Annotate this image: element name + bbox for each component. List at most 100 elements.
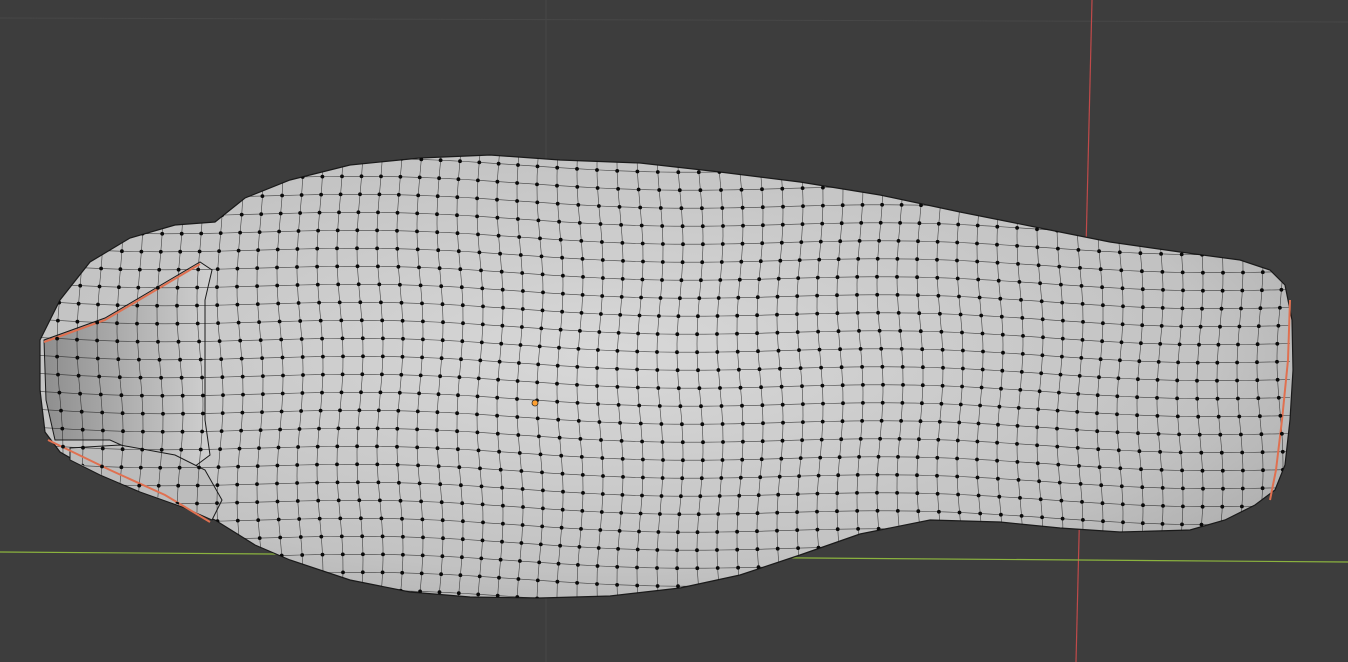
mesh-vertex[interactable] (1020, 532, 1025, 536)
mesh-vertex[interactable] (418, 373, 423, 378)
mesh-vertex[interactable] (575, 167, 579, 171)
mesh-vertex[interactable] (379, 174, 383, 179)
mesh-vertex[interactable] (1215, 576, 1219, 581)
mesh-vertex[interactable] (155, 501, 160, 506)
mesh-vertex[interactable] (518, 253, 523, 257)
mesh-vertex[interactable] (836, 473, 841, 478)
mesh-vertex[interactable] (1016, 406, 1021, 410)
mesh-vertex[interactable] (417, 175, 422, 180)
viewport-canvas[interactable] (0, 0, 1348, 662)
mesh-vertex[interactable] (680, 440, 685, 445)
mesh-vertex[interactable] (879, 418, 884, 423)
mesh-vertex[interactable] (221, 177, 225, 182)
mesh-vertex[interactable] (558, 237, 563, 242)
mesh-vertex[interactable] (981, 152, 985, 156)
mesh-vertex[interactable] (335, 264, 340, 269)
mesh-vertex[interactable] (615, 151, 619, 155)
mesh-vertex[interactable] (495, 179, 500, 184)
mesh-vertex[interactable] (818, 239, 823, 244)
mesh-vertex[interactable] (1120, 538, 1125, 543)
mesh-vertex[interactable] (501, 521, 505, 526)
mesh-vertex[interactable] (501, 503, 505, 508)
mesh-vertex[interactable] (735, 349, 740, 354)
mesh-vertex[interactable] (899, 347, 904, 351)
mesh-vertex[interactable] (257, 230, 262, 235)
mesh-vertex[interactable] (638, 421, 643, 426)
mesh-vertex[interactable] (398, 498, 403, 503)
mesh-vertex[interactable] (815, 491, 820, 496)
mesh-vertex[interactable] (518, 559, 522, 563)
mesh-vertex[interactable] (178, 249, 183, 254)
mesh-vertex[interactable] (455, 213, 459, 218)
mesh-vertex[interactable] (476, 232, 480, 237)
mesh-vertex[interactable] (480, 322, 485, 327)
mesh-vertex[interactable] (657, 188, 662, 192)
mesh-vertex[interactable] (195, 519, 200, 524)
mesh-vertex[interactable] (541, 488, 545, 493)
mesh-vertex[interactable] (821, 600, 825, 604)
mesh-vertex[interactable] (35, 354, 39, 358)
mesh-vertex[interactable] (538, 236, 542, 241)
mesh-vertex[interactable] (616, 187, 620, 191)
mesh-vertex[interactable] (840, 167, 845, 172)
mesh-vertex[interactable] (1117, 160, 1121, 165)
mesh-vertex[interactable] (239, 212, 244, 217)
mesh-vertex[interactable] (236, 464, 241, 469)
mesh-vertex[interactable] (1116, 592, 1120, 597)
mesh-vertex[interactable] (1056, 192, 1060, 197)
mesh-vertex[interactable] (601, 474, 605, 478)
mesh-vertex[interactable] (421, 319, 425, 324)
mesh-vertex[interactable] (1038, 587, 1043, 592)
mesh-vertex[interactable] (915, 455, 920, 460)
mesh-vertex[interactable] (458, 573, 463, 578)
mesh-vertex[interactable] (236, 248, 241, 253)
mesh-vertex[interactable] (1101, 321, 1105, 326)
mesh-vertex[interactable] (1297, 305, 1301, 309)
mesh-vertex[interactable] (158, 573, 163, 578)
mesh-vertex[interactable] (835, 311, 840, 316)
mesh-vertex[interactable] (399, 156, 404, 161)
mesh-vertex[interactable] (858, 437, 863, 441)
mesh-vertex[interactable] (1278, 612, 1282, 616)
mesh-vertex[interactable] (956, 222, 961, 227)
mesh-vertex[interactable] (778, 366, 782, 371)
mesh-vertex[interactable] (978, 511, 983, 516)
mesh-vertex[interactable] (719, 260, 724, 264)
mesh-vertex[interactable] (161, 411, 165, 416)
mesh-vertex[interactable] (979, 529, 984, 534)
mesh-vertex[interactable] (216, 537, 221, 541)
mesh-vertex[interactable] (1095, 195, 1100, 200)
mesh-vertex[interactable] (1240, 504, 1244, 509)
mesh-vertex[interactable] (319, 534, 324, 539)
mesh-vertex[interactable] (937, 419, 942, 424)
mesh-vertex[interactable] (935, 473, 939, 478)
mesh-vertex[interactable] (499, 341, 504, 346)
mesh-vertex[interactable] (1015, 442, 1019, 446)
mesh-vertex[interactable] (140, 411, 145, 416)
mesh-vertex[interactable] (157, 357, 162, 362)
mesh-vertex[interactable] (1060, 336, 1065, 341)
mesh-vertex[interactable] (1217, 540, 1222, 545)
mesh-vertex[interactable] (297, 427, 302, 431)
mesh-vertex[interactable] (660, 224, 665, 228)
mesh-vertex[interactable] (335, 246, 339, 251)
mesh-vertex[interactable] (1141, 305, 1145, 310)
mesh-vertex[interactable] (939, 329, 944, 334)
mesh-vertex[interactable] (697, 386, 702, 391)
mesh-vertex[interactable] (655, 566, 659, 570)
mesh-vertex[interactable] (178, 573, 183, 578)
mesh-vertex[interactable] (1058, 588, 1062, 593)
mesh-vertex[interactable] (1255, 162, 1259, 167)
mesh-vertex[interactable] (1237, 414, 1242, 419)
mesh-vertex[interactable] (739, 259, 744, 264)
mesh-vertex[interactable] (1281, 251, 1285, 256)
mesh-vertex[interactable] (1216, 198, 1221, 203)
mesh-vertex[interactable] (961, 366, 965, 371)
mesh-vertex[interactable] (516, 577, 521, 581)
mesh-vertex[interactable] (1156, 360, 1161, 364)
mesh-vertex[interactable] (36, 534, 40, 538)
mesh-vertex[interactable] (460, 303, 465, 308)
mesh-vertex[interactable] (1175, 180, 1179, 185)
mesh-vertex[interactable] (77, 589, 81, 594)
mesh-vertex[interactable] (916, 293, 920, 298)
